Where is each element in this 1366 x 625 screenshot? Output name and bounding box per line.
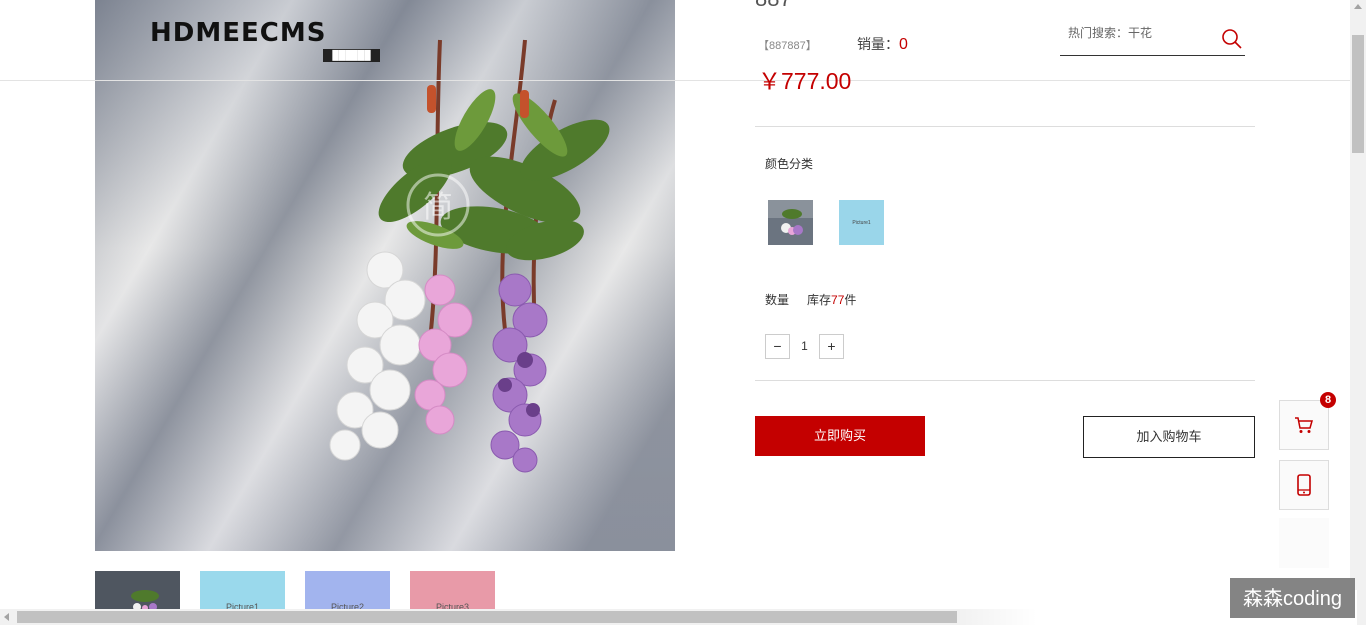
swatch-flower-image [768,200,813,245]
cart-count-badge: 8 [1320,392,1336,408]
sales-count: 销量：0 [857,34,908,54]
thumbnail-flower-image [95,571,180,611]
color-swatch[interactable] [768,200,813,245]
action-divider [755,380,1255,381]
phone-icon [1297,474,1311,496]
stock-suffix: 件 [844,293,857,307]
thumbnail[interactable]: Picture3 [410,571,495,611]
horizontal-scrollbar-thumb[interactable] [17,611,957,623]
stock-count: 77 [831,293,845,307]
flower-illustration: 简 [329,39,610,473]
site-logo-subtitle: ██████ [323,49,380,62]
cart-icon [1295,417,1313,433]
sales-label: 销量： [857,36,899,52]
info-divider [755,126,1255,127]
search-icon[interactable] [1221,28,1243,50]
floating-top-button[interactable] [1279,518,1329,568]
search-input[interactable] [1066,25,1220,41]
sales-number: 0 [899,36,908,53]
quantity-input[interactable]: 1 [791,334,818,359]
thumbnail[interactable] [95,571,180,611]
stock-info: 库存77件 [807,291,856,308]
buy-now-button[interactable]: 立即购买 [755,416,925,456]
quantity-label: 数量 [765,293,790,307]
image-watermark-text: 简 [423,190,453,225]
vertical-scrollbar-thumb[interactable] [1352,35,1364,153]
scroll-left-arrow[interactable] [4,613,9,621]
search-box [1060,22,1245,56]
stock-prefix: 库存 [807,293,832,307]
floating-cart-button[interactable] [1279,400,1329,450]
product-main-image: 简 [95,0,675,551]
site-logo[interactable]: HDMEECMS [150,18,326,48]
header-divider [0,80,1350,81]
color-label: 颜色分类 [765,157,814,171]
add-to-cart-button[interactable]: 加入购物车 [1083,416,1255,458]
thumbnail[interactable]: Picture1 [200,571,285,611]
quantity-increase-button[interactable]: + [819,334,844,359]
quantity-decrease-button[interactable]: − [765,334,790,359]
floating-phone-button[interactable] [1279,460,1329,510]
color-swatch[interactable]: Picture1 [839,200,884,245]
thumbnail[interactable]: Picture2 [305,571,390,611]
corner-watermark: 森森coding [1230,578,1355,618]
product-title: 887 [755,0,792,12]
scroll-up-arrow[interactable] [1354,4,1362,9]
product-sku: 【887887】 [758,40,817,52]
product-price: ￥777.00 [758,68,852,94]
